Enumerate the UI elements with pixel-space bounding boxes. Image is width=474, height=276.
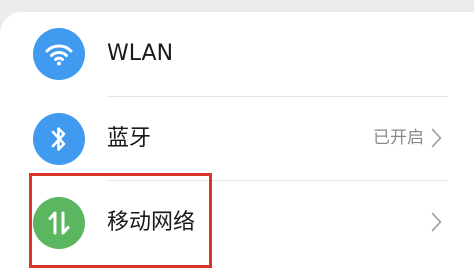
settings-item-wlan[interactable]: WLAN bbox=[0, 12, 474, 96]
settings-item-bluetooth[interactable]: 蓝牙 已开启 bbox=[0, 96, 474, 180]
settings-item-label: 蓝牙 bbox=[107, 126, 152, 151]
chevron-right-icon bbox=[431, 212, 442, 232]
bluetooth-icon bbox=[33, 113, 85, 165]
highlight-box bbox=[29, 173, 212, 268]
status-text: 已开启 bbox=[373, 128, 424, 148]
wifi-icon bbox=[33, 28, 85, 80]
settings-item-label: WLAN bbox=[107, 41, 174, 66]
chevron-right-icon bbox=[431, 128, 442, 148]
